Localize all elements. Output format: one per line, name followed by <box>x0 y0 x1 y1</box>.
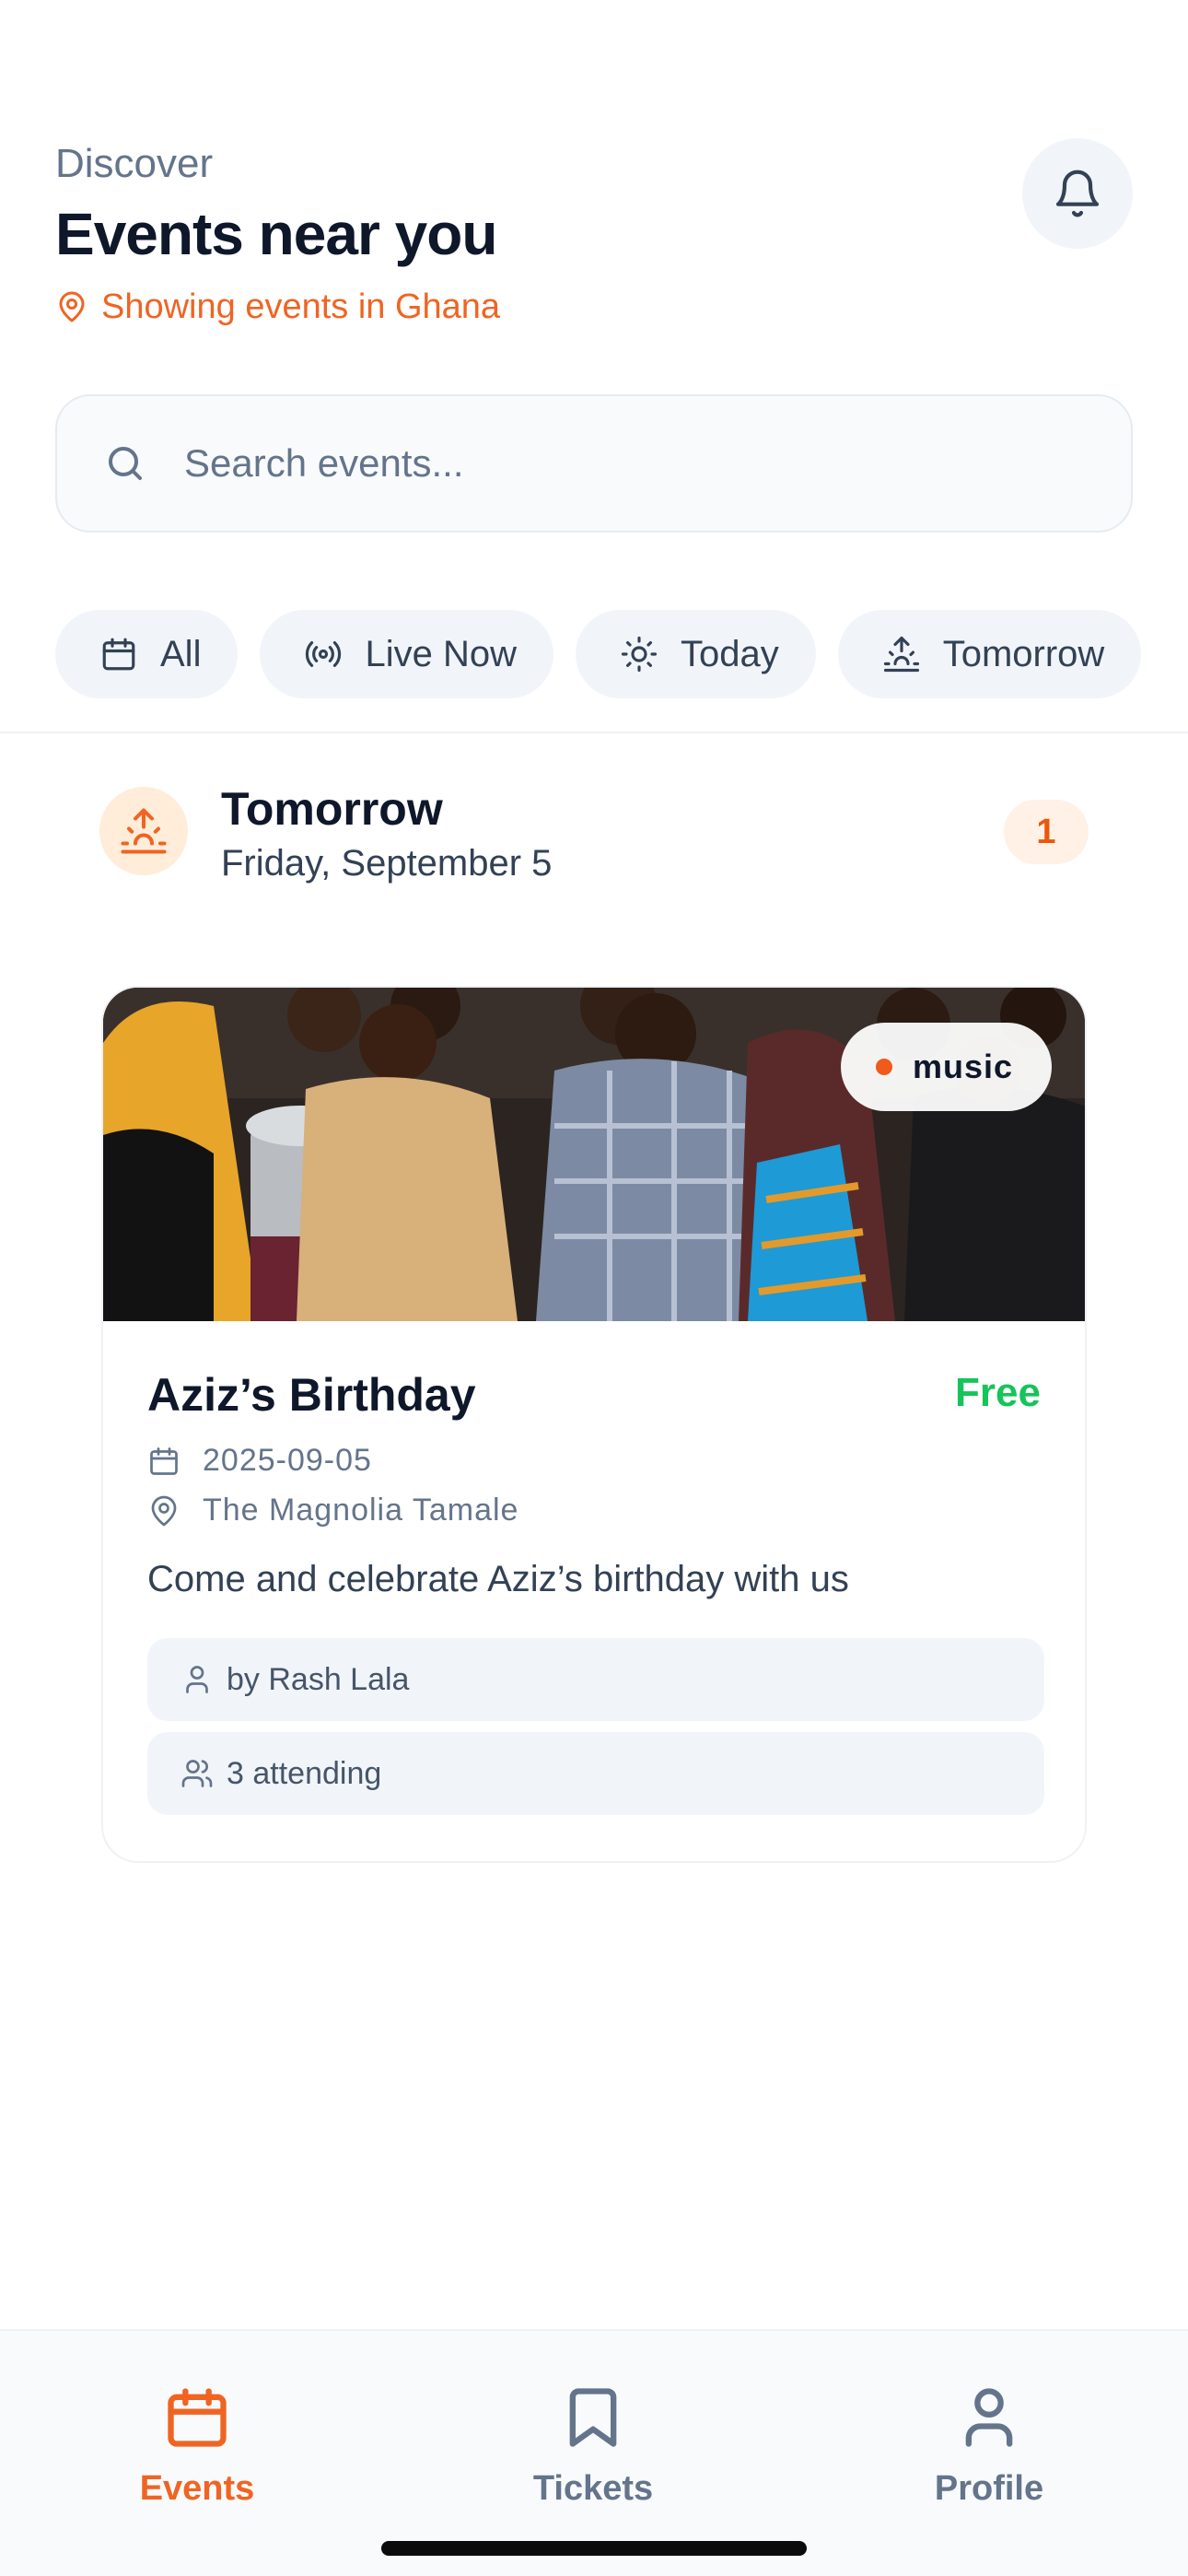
event-attendees-label: 3 attending <box>227 1755 382 1791</box>
page-eyebrow: Discover <box>55 141 214 186</box>
section-title: Tomorrow <box>221 783 443 835</box>
event-count-badge: 1 <box>1004 800 1089 864</box>
event-price: Free <box>955 1370 1041 1415</box>
section-icon <box>99 787 188 875</box>
filter-chip-today[interactable]: Today <box>575 610 816 698</box>
filter-chips: All Live Now Today Tomorrow <box>55 610 1188 700</box>
bottom-tab-bar: Events Tickets Profile <box>0 2329 1188 2576</box>
calendar-icon <box>168 2388 227 2447</box>
search-icon <box>109 447 142 480</box>
filter-chip-label: Tomorrow <box>942 633 1105 674</box>
section-date: Friday, September 5 <box>221 843 553 884</box>
sunrise-icon <box>121 808 167 854</box>
category-label: music <box>912 1048 1013 1085</box>
event-venue-row: The Magnolia Tamale <box>147 1493 518 1528</box>
calendar-icon <box>150 1446 178 1475</box>
map-pin-icon <box>59 291 85 322</box>
page-header: Discover Events near you Showing events … <box>55 138 1133 328</box>
calendar-icon <box>102 638 135 671</box>
search-bar[interactable] <box>55 394 1133 533</box>
sun-icon <box>621 636 658 673</box>
bell-icon <box>1055 170 1100 217</box>
category-dot <box>875 1059 892 1075</box>
divider <box>0 732 1188 733</box>
tab-label: Profile <box>934 2469 1044 2508</box>
tab-events[interactable]: Events <box>77 2383 317 2509</box>
event-date: 2025-09-05 <box>203 1443 372 1478</box>
sunrise-icon <box>883 636 919 673</box>
user-icon <box>186 1666 208 1693</box>
home-indicator[interactable] <box>381 2541 807 2556</box>
event-host-label: by Rash Lala <box>227 1661 410 1697</box>
tab-label: Tickets <box>532 2469 654 2508</box>
event-title: Aziz’s Birthday <box>147 1369 476 1421</box>
event-card[interactable]: music Aziz’s Birthday Free 2025-09-05 Th… <box>101 986 1087 1863</box>
tab-tickets[interactable]: Tickets <box>473 2383 713 2509</box>
event-image: music <box>103 988 1085 1321</box>
users-icon <box>181 1760 213 1787</box>
filter-chip-tomorrow[interactable]: Tomorrow <box>837 610 1142 698</box>
event-date-row: 2025-09-05 <box>147 1443 372 1479</box>
location-text: Showing events in Ghana <box>101 287 501 326</box>
event-attendees[interactable]: 3 attending <box>147 1732 1044 1815</box>
filter-chip-label: All <box>160 633 202 674</box>
search-input[interactable] <box>184 441 1013 486</box>
filter-chip-label: Today <box>680 633 779 674</box>
notifications-button[interactable] <box>1022 138 1133 249</box>
tab-profile[interactable]: Profile <box>869 2383 1109 2509</box>
location-indicator[interactable]: Showing events in Ghana <box>55 286 1133 328</box>
filter-chip-label: Live Now <box>365 633 517 674</box>
user-icon <box>965 2388 1013 2447</box>
event-host[interactable]: by Rash Lala <box>147 1638 1044 1721</box>
bookmark-icon <box>569 2388 617 2447</box>
filter-chip-all[interactable]: All <box>55 610 239 698</box>
event-venue: The Magnolia Tamale <box>203 1493 519 1528</box>
page-title: Events near you <box>55 201 497 267</box>
filter-chip-live-now[interactable]: Live Now <box>260 610 553 698</box>
category-badge: music <box>840 1023 1052 1111</box>
map-pin-icon <box>151 1495 177 1526</box>
event-description: Come and celebrate Aziz’s birthday with … <box>147 1559 849 1599</box>
tab-label: Events <box>139 2469 255 2508</box>
broadcast-icon <box>306 641 342 667</box>
